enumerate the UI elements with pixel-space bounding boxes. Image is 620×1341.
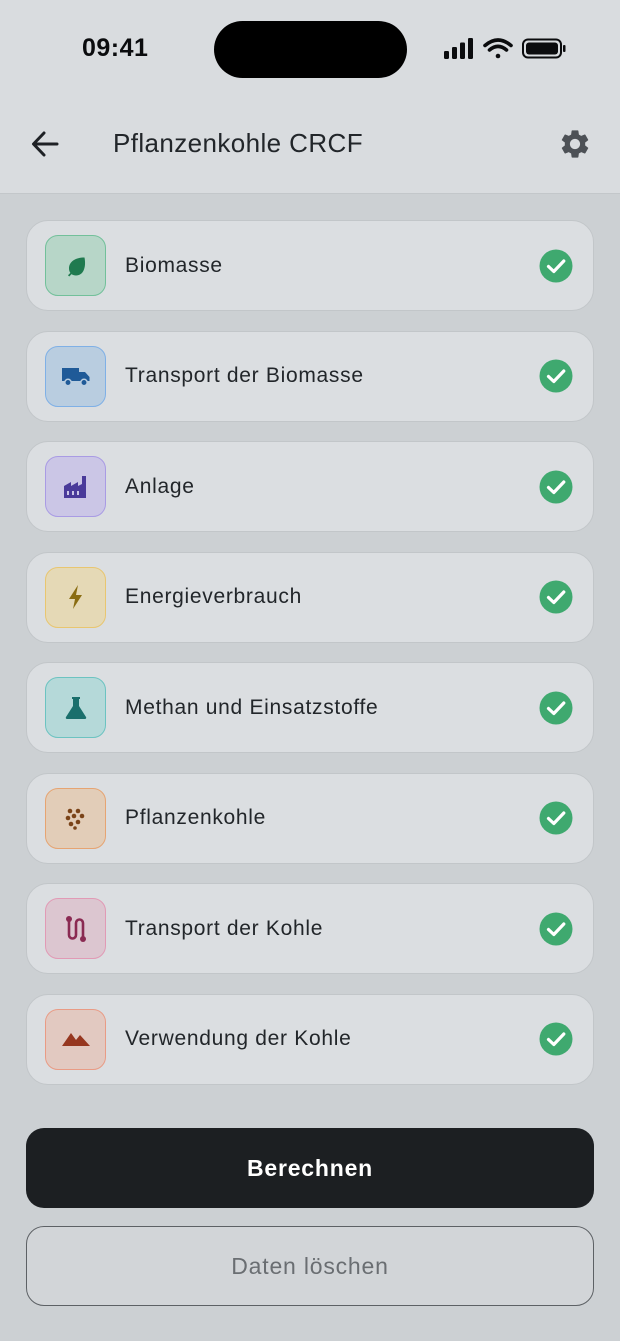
section-label: Transport der Kohle — [125, 916, 324, 940]
granules-icon — [65, 808, 84, 830]
gear-icon — [561, 130, 589, 158]
section-icon-tile — [45, 235, 106, 296]
section-label: Methan und Einsatzstoffe — [125, 695, 379, 719]
truck-icon — [61, 368, 89, 387]
status-icons — [444, 38, 566, 59]
section-card-transport-biomasse[interactable]: Transport der Biomasse — [26, 330, 594, 422]
section-card-pflanzenkohle[interactable]: Pflanzenkohle — [26, 772, 594, 864]
dynamic-island — [214, 21, 407, 78]
page-title: Pflanzenkohle CRCF — [113, 128, 363, 158]
battery-icon — [522, 38, 566, 59]
section-card-verwendung-kohle[interactable]: Verwendung der Kohle — [26, 993, 594, 1085]
section-icon-tile — [45, 345, 106, 407]
check-circle-icon — [539, 359, 573, 393]
mountains-icon — [61, 1033, 90, 1046]
section-label: Verwendung der Kohle — [125, 1027, 352, 1050]
factory-icon — [63, 475, 86, 498]
section-card-energieverbrauch[interactable]: Energieverbrauch — [26, 551, 594, 643]
route-icon — [65, 915, 86, 942]
wifi-icon — [483, 38, 513, 59]
flask-icon — [65, 696, 86, 719]
section-card-anlage[interactable]: Anlage — [26, 441, 594, 532]
section-list: Biomasse Transport der Biomasse Anlage E… — [26, 220, 594, 1104]
section-label: Anlage — [125, 474, 195, 498]
section-label: Energieverbrauch — [125, 585, 302, 608]
app-header: 09:41 Pflanzenkohle CRCF — [0, 0, 620, 194]
back-button[interactable] — [26, 124, 64, 164]
section-card-biomasse[interactable]: Biomasse — [26, 220, 594, 311]
status-time: 09:41 — [82, 34, 149, 62]
arrow-left-icon — [32, 131, 59, 157]
check-circle-icon — [539, 470, 573, 503]
check-circle-icon — [539, 580, 573, 614]
check-circle-icon — [539, 691, 573, 724]
check-circle-icon — [539, 1022, 573, 1056]
settings-button[interactable] — [555, 124, 595, 164]
signal-icon — [444, 38, 473, 59]
check-circle-icon — [539, 801, 573, 835]
clear-data-button[interactable]: Daten löschen — [26, 1226, 594, 1306]
section-card-methan[interactable]: Methan und Einsatzstoffe — [26, 662, 594, 753]
lightning-icon — [68, 585, 82, 609]
section-card-transport-kohle[interactable]: Transport der Kohle — [26, 883, 594, 974]
calculate-button[interactable]: Berechnen — [26, 1128, 594, 1208]
section-label: Pflanzenkohle — [125, 806, 267, 829]
check-circle-icon — [539, 249, 573, 282]
section-icon-tile — [45, 787, 106, 849]
section-icon-tile — [45, 566, 106, 628]
section-icon-tile — [45, 1008, 106, 1070]
section-label: Biomasse — [125, 253, 223, 277]
section-icon-tile — [45, 898, 106, 959]
section-label: Transport der Biomasse — [125, 364, 364, 387]
check-circle-icon — [539, 912, 573, 945]
section-icon-tile — [45, 677, 106, 738]
section-icon-tile — [45, 456, 106, 517]
leaf-icon — [67, 257, 85, 276]
